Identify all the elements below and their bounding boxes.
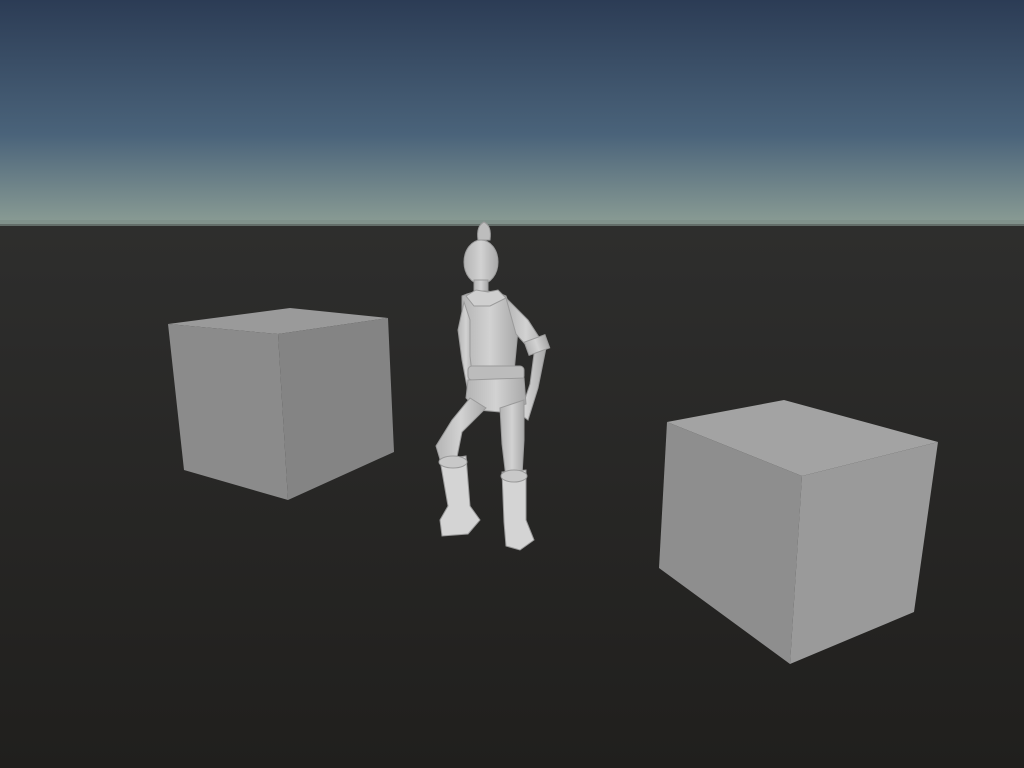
- character-left-boot-cuff: [438, 455, 468, 469]
- scene-canvas[interactable]: [0, 0, 1024, 768]
- game-viewport[interactable]: [0, 0, 1024, 768]
- sky: [0, 0, 1024, 224]
- character-right-boot-cuff: [500, 469, 528, 483]
- horizon-line: [0, 220, 1024, 226]
- character-head: [463, 239, 499, 285]
